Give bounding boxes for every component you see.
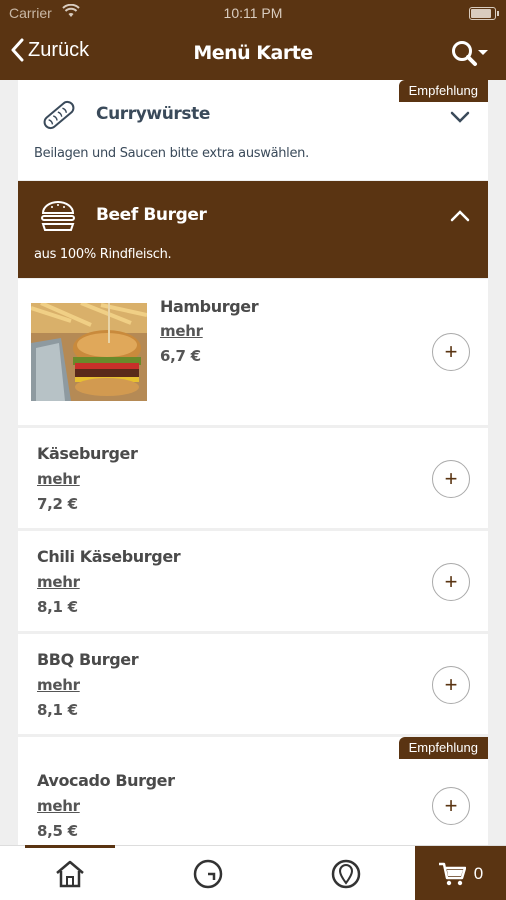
cart-icon (438, 862, 466, 885)
plus-icon: + (444, 339, 458, 364)
category-title: Beef Burger (96, 205, 207, 225)
home-icon (56, 860, 84, 887)
item-price: 6,7 € (160, 347, 201, 365)
item-more-link[interactable]: mehr (37, 470, 80, 488)
item-price: 8,5 € (37, 822, 78, 840)
battery-icon (469, 7, 499, 20)
menu-item-chili-kaeseburger[interactable]: Chili Käseburger mehr 8,1 € + (18, 531, 488, 631)
item-name: BBQ Burger (37, 650, 139, 669)
plus-icon: + (444, 793, 458, 818)
cart-button[interactable]: 0 (415, 846, 506, 900)
burger-icon (40, 199, 76, 238)
item-name: Käseburger (37, 444, 138, 463)
status-bar: Carrier 10:11 PM (0, 0, 506, 28)
menu-list[interactable]: Empfehlung Currywürste Beilagen und Sauc… (0, 80, 506, 845)
plus-icon: + (444, 569, 458, 594)
item-more-link[interactable]: mehr (37, 573, 80, 591)
search-icon (452, 41, 488, 66)
category-beef-burger[interactable]: Beef Burger aus 100% Rindfleisch. (18, 181, 488, 278)
category-currywuerste[interactable]: Empfehlung Currywürste Beilagen und Sauc… (18, 80, 488, 180)
item-price: 8,1 € (37, 598, 78, 616)
item-more-link[interactable]: mehr (37, 797, 80, 815)
tab-opening-hours[interactable] (158, 846, 258, 900)
recommendation-badge: Empfehlung (398, 737, 488, 759)
search-button[interactable] (450, 39, 490, 74)
add-to-cart-button[interactable]: + (432, 666, 470, 704)
category-description: Beilagen und Saucen bitte extra auswähle… (34, 146, 309, 161)
menu-item-hamburger[interactable]: Hamburger mehr 6,7 € + (18, 279, 488, 425)
tab-home[interactable] (20, 846, 120, 900)
tab-bar: 0 (0, 845, 506, 900)
clock-icon (193, 859, 223, 888)
item-name: Chili Käseburger (37, 547, 181, 566)
chevron-up-icon[interactable] (450, 209, 470, 227)
item-name: Hamburger (160, 297, 259, 316)
hamburger-image (31, 303, 147, 401)
recommendation-badge: Empfehlung (398, 80, 488, 102)
item-more-link[interactable]: mehr (37, 676, 80, 694)
menu-item-avocado-burger[interactable]: Empfehlung Avocado Burger mehr 8,5 € + (18, 737, 488, 845)
sausage-icon (40, 98, 78, 137)
item-price: 8,1 € (37, 701, 78, 719)
category-description: aus 100% Rindfleisch. (34, 247, 172, 262)
page-title: Menü Karte (193, 42, 313, 64)
clock-time: 10:11 PM (223, 5, 283, 21)
tab-location[interactable] (296, 846, 396, 900)
item-more-link[interactable]: mehr (160, 322, 203, 340)
category-title: Currywürste (96, 104, 210, 124)
chevron-down-icon[interactable] (450, 110, 470, 128)
location-icon (331, 859, 361, 888)
navigation-bar: Zurück Menü Karte (0, 28, 506, 80)
add-to-cart-button[interactable]: + (432, 563, 470, 601)
plus-icon: + (444, 466, 458, 491)
menu-item-kaeseburger[interactable]: Käseburger mehr 7,2 € + (18, 428, 488, 528)
add-to-cart-button[interactable]: + (432, 460, 470, 498)
add-to-cart-button[interactable]: + (432, 787, 470, 825)
plus-icon: + (444, 672, 458, 697)
cart-count: 0 (473, 863, 484, 883)
add-to-cart-button[interactable]: + (432, 333, 470, 371)
item-price: 7,2 € (37, 495, 78, 513)
menu-item-bbq-burger[interactable]: BBQ Burger mehr 8,1 € + (18, 634, 488, 734)
item-name: Avocado Burger (37, 771, 175, 790)
